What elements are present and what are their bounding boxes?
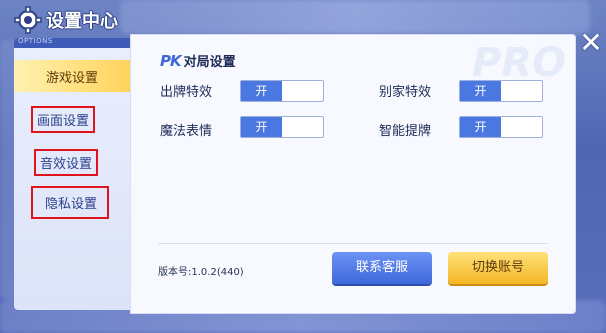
toggle-on-label: 开	[460, 117, 501, 137]
sidebar-item-label: 音效设置	[34, 148, 99, 176]
sidebar-item-game-settings[interactable]: 游戏设置	[14, 60, 130, 92]
section-title: PK 对局设置	[160, 51, 236, 71]
background-decoration	[120, 0, 590, 34]
others-effect-toggle[interactable]: 开	[459, 80, 543, 102]
sidebar-item-display-settings[interactable]: 画面设置	[14, 104, 147, 134]
sidebar-header-strip: OPTIONS	[14, 37, 130, 48]
card-effect-toggle[interactable]: 开	[240, 80, 324, 102]
smart-card-toggle[interactable]: 开	[459, 116, 543, 138]
setting-label: 魔法表情	[160, 124, 213, 139]
close-icon[interactable]: ✕	[578, 29, 604, 57]
toggle-on-label: 开	[460, 81, 501, 101]
sidebar-item-label: 隐私设置	[31, 185, 110, 219]
setting-label: 别家特效	[379, 85, 432, 100]
section-title-label: 对局设置	[183, 55, 236, 70]
toggle-on-label: 开	[241, 81, 282, 101]
sidebar-item-privacy-settings[interactable]: 隐私设置	[14, 184, 147, 220]
switch-account-button[interactable]: 切换账号	[448, 252, 548, 284]
version-text: 版本号:1.0.2(440)	[158, 267, 244, 278]
options-label: OPTIONS	[18, 37, 53, 45]
toggle-on-label: 开	[241, 117, 282, 137]
magic-emote-toggle[interactable]: 开	[240, 116, 324, 138]
sidebar: OPTIONS 游戏设置 画面设置 音效设置 隐私设置	[14, 37, 130, 310]
gear-icon	[14, 6, 42, 34]
pk-icon: PK	[160, 51, 182, 70]
contact-support-button[interactable]: 联系客服	[332, 252, 432, 284]
setting-label: 出牌特效	[160, 85, 213, 100]
setting-label: 智能提牌	[379, 124, 432, 139]
divider	[158, 243, 548, 244]
settings-panel: PRO PK 对局设置 出牌特效 开 别家特效 开 魔法表情 开 智能提牌 开 …	[130, 34, 576, 314]
sidebar-item-label: 画面设置	[31, 105, 96, 133]
window-title: 设置中心	[46, 11, 118, 32]
sidebar-item-label: 游戏设置	[45, 70, 98, 86]
window-header: 设置中心	[14, 6, 118, 34]
